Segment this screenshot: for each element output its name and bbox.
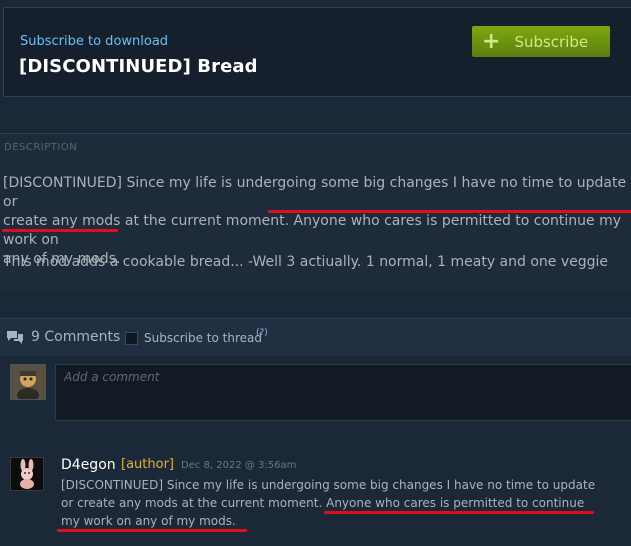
description-line: This mod adds a cookable bread... -Well … <box>3 254 609 270</box>
author-badge: [author] <box>121 457 174 472</box>
highlight-underline <box>324 511 594 514</box>
description-label: DESCRIPTION <box>4 142 78 153</box>
highlight-underline <box>2 229 118 232</box>
user-avatar-icon <box>11 365 45 399</box>
comment-line: [DISCONTINUED] Since my life is undergoi… <box>61 478 596 492</box>
description-line: [DISCONTINUED] Since my life is undergoi… <box>3 175 627 210</box>
plus-icon: + <box>482 28 501 54</box>
comment-author[interactable]: D4egon <box>61 457 116 473</box>
chat-bubbles-icon <box>7 331 23 344</box>
comment-body: [DISCONTINUED] Since my life is undergoi… <box>61 476 631 530</box>
comment-timestamp: Dec 8, 2022 @ 3:56am <box>181 460 297 471</box>
comments-header: 9 Comments Subscribe to thread (?) <box>0 318 631 356</box>
comment-line: or create any mods at the current moment… <box>61 496 585 510</box>
subscribe-thread-checkbox[interactable] <box>125 332 138 345</box>
subscribe-thread-label[interactable]: Subscribe to thread <box>144 331 262 345</box>
comment-line: my work on any of my mods. <box>61 514 236 528</box>
highlight-underline <box>57 529 247 532</box>
subscribe-to-download-label: Subscribe to download <box>20 34 169 49</box>
comment-input[interactable] <box>56 365 631 389</box>
author-avatar-icon <box>11 458 43 490</box>
item-title: [DISCONTINUED] Bread <box>19 56 258 77</box>
subscribe-button[interactable]: + Subscribe <box>472 26 610 57</box>
comment-input-box[interactable] <box>55 364 631 421</box>
help-icon[interactable]: (?) <box>256 328 268 338</box>
highlight-underline <box>268 210 631 213</box>
comments-count: 9 Comments <box>31 329 121 345</box>
subscribe-button-label: Subscribe <box>514 32 589 51</box>
avatar[interactable] <box>10 457 44 491</box>
avatar[interactable] <box>10 364 46 400</box>
